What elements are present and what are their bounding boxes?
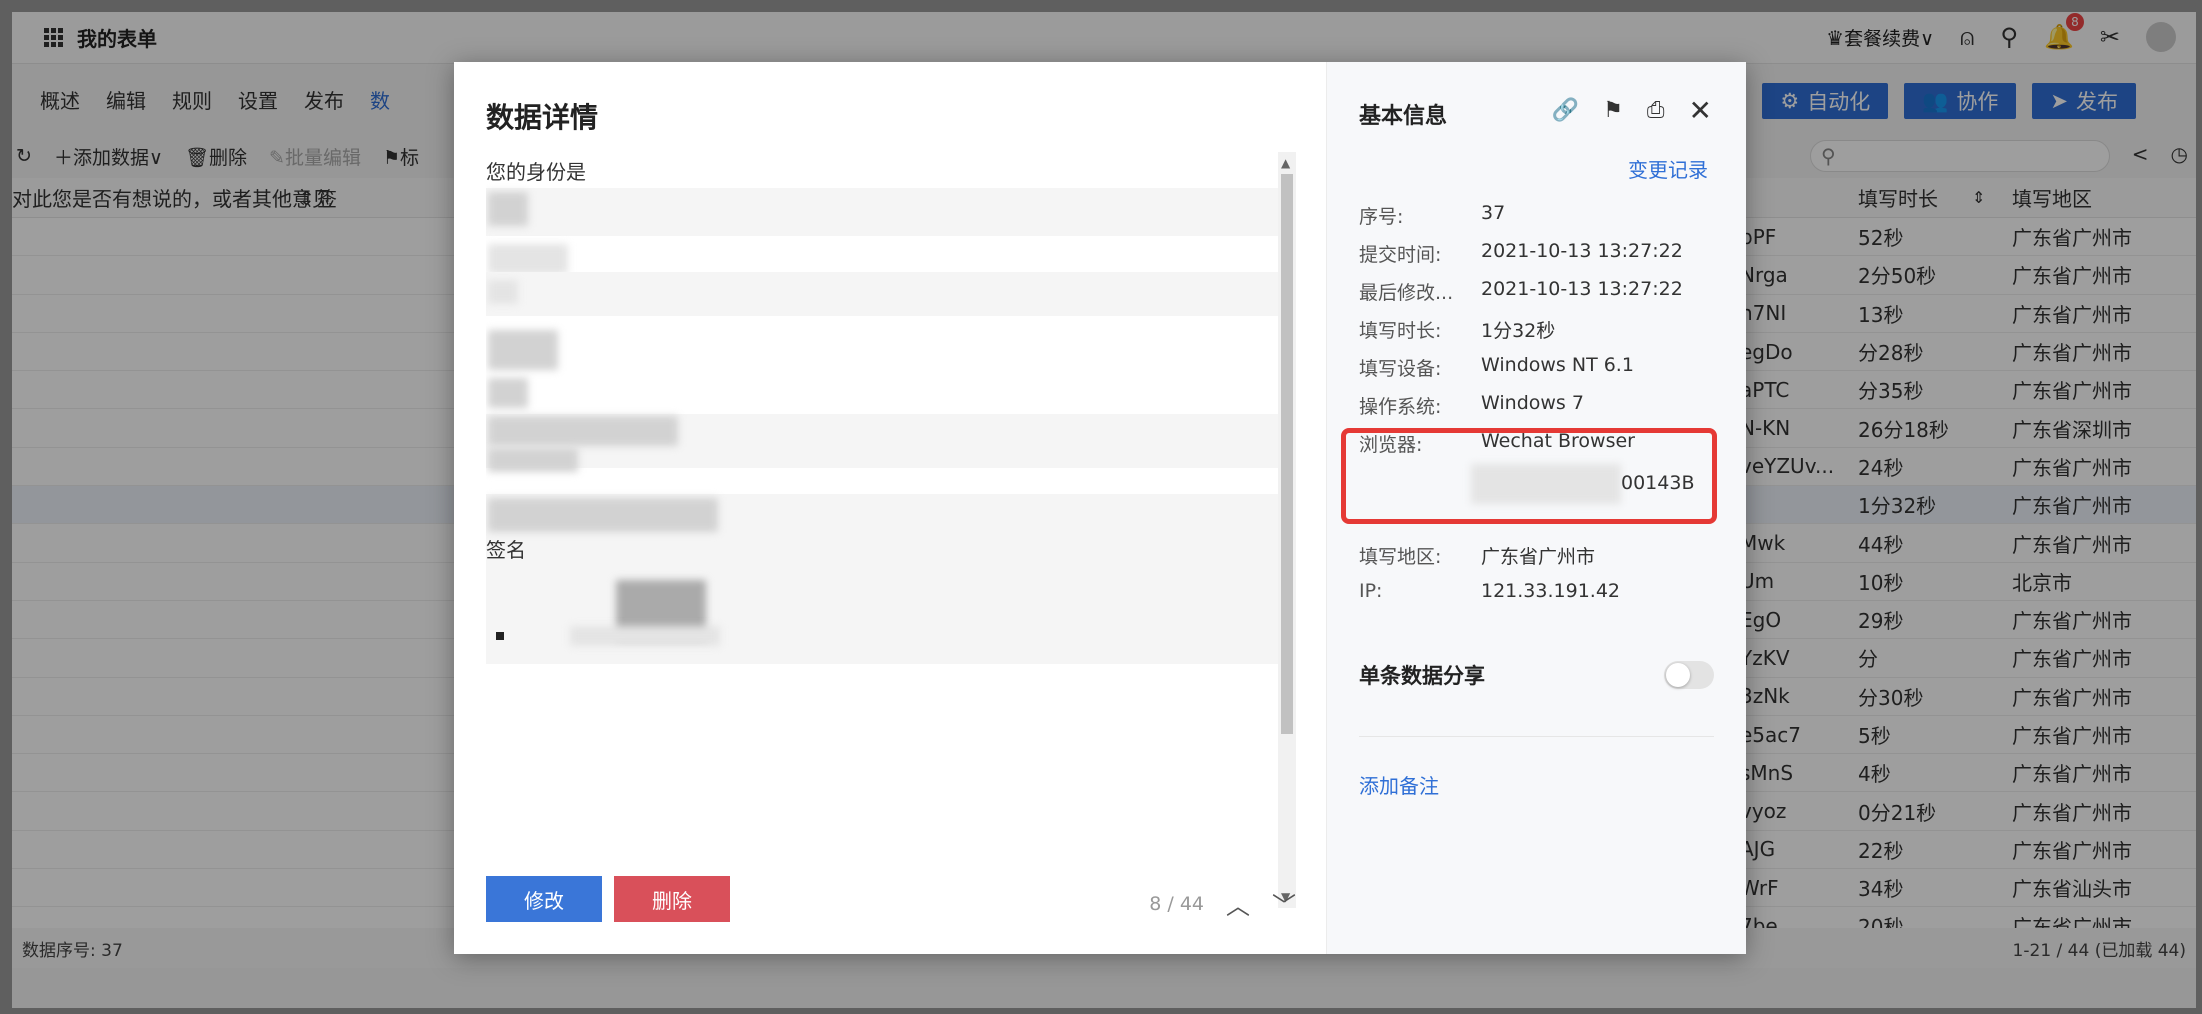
delete-button[interactable]: 删除 <box>614 876 730 922</box>
print-icon[interactable]: ⎙ <box>1647 98 1665 123</box>
record-pager: 8 / 44 ︿ ﹀ <box>1149 886 1296 921</box>
answer-stripe <box>486 188 1278 236</box>
share-toggle[interactable] <box>1664 661 1714 689</box>
data-detail-modal: 数据详情 您的身份是 签名 ▲ ▼ 修改 删除 8 / 44 ︿ ﹀ 基本信息 … <box>454 62 1746 954</box>
modal-title: 数据详情 <box>486 101 599 134</box>
info-row-submit-time: 提交时间: 2021-10-13 13:27:22 <box>1359 240 1683 266</box>
divider <box>1359 736 1714 737</box>
change-log-link[interactable]: 变更记录 <box>1628 154 1708 183</box>
link-icon[interactable]: 🔗 <box>1552 98 1579 123</box>
redacted-answer <box>488 280 518 304</box>
redacted-answer <box>488 378 528 408</box>
info-row-region: 填写地区: 广东省广州市 <box>1359 546 1596 568</box>
pager-count: 8 / 44 <box>1149 892 1204 915</box>
edit-button[interactable]: 修改 <box>486 876 602 922</box>
signature-dot <box>496 632 504 640</box>
question-identity-label: 您的身份是 <box>486 160 586 184</box>
info-row-duration: 填写时长: 1分32秒 <box>1359 320 1556 342</box>
signature-area <box>486 566 1278 664</box>
redacted-answer <box>488 330 558 370</box>
chevron-up-icon[interactable]: ︿ <box>1226 886 1250 921</box>
basic-info-title: 基本信息 <box>1359 104 1448 129</box>
redacted-answer <box>488 416 678 446</box>
close-icon[interactable]: ✕ <box>1689 94 1712 127</box>
signature-label: 签名 <box>486 538 526 562</box>
detail-left-pane: 数据详情 您的身份是 签名 ▲ ▼ 修改 删除 8 / 44 ︿ ﹀ <box>454 62 1326 954</box>
redacted-answer <box>488 448 578 472</box>
info-row-index: 序号: 37 <box>1359 202 1506 228</box>
detail-scroll-area[interactable]: 您的身份是 签名 ▲ ▼ <box>486 152 1296 908</box>
redacted-answer <box>488 498 718 532</box>
share-label: 单条数据分享 <box>1359 664 1485 688</box>
info-row-device: 填写设备: Windows NT 6.1 <box>1359 354 1634 380</box>
add-note-link[interactable]: 添加备注 <box>1359 770 1439 799</box>
detail-content: 您的身份是 签名 <box>486 152 1278 908</box>
scroll-up-arrow-icon[interactable]: ▲ <box>1281 156 1290 170</box>
detail-footer: 修改 删除 8 / 44 ︿ ﹀ <box>486 876 1296 924</box>
scroll-thumb[interactable] <box>1281 174 1293 734</box>
redacted-answer <box>488 244 568 274</box>
redacted-answer <box>488 192 528 226</box>
basic-info-pane: 基本信息 🔗 ⚑ ⎙ ✕ 变更记录 序号: 37 提交时间: 2021-10-13 … <box>1326 62 1746 954</box>
toggle-knob <box>1666 663 1690 687</box>
chevron-down-icon[interactable]: ﹀ <box>1272 886 1296 921</box>
redacted-signature <box>570 626 720 646</box>
info-row-os: 操作系统: Windows 7 <box>1359 392 1584 418</box>
info-actions: 🔗 ⚑ ⎙ ✕ <box>1552 94 1712 127</box>
single-share-row: 单条数据分享 <box>1359 660 1714 690</box>
answer-stripe <box>486 272 1278 316</box>
flag-icon[interactable]: ⚑ <box>1603 98 1623 123</box>
info-row-last-modified: 最后修改... 2021-10-13 13:27:22 <box>1359 278 1683 304</box>
browser-highlight-box <box>1341 428 1717 524</box>
info-row-ip: IP: 121.33.191.42 <box>1359 580 1621 602</box>
detail-scrollbar[interactable]: ▲ ▼ <box>1278 152 1296 908</box>
